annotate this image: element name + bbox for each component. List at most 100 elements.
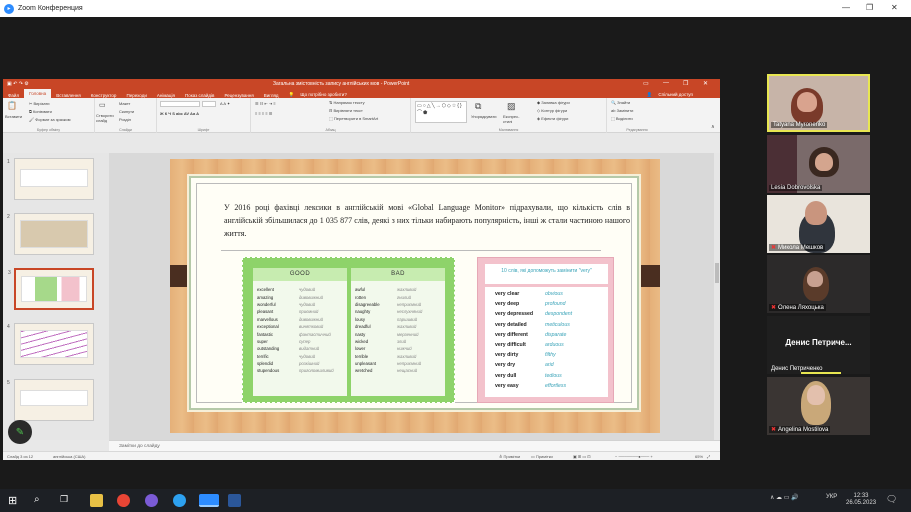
task-view-icon[interactable]: ❐ — [60, 494, 73, 507]
file-explorer-icon[interactable] — [90, 494, 103, 507]
video-face — [807, 271, 823, 287]
align-buttons[interactable]: ≡ ≡ ≡ ≡ ☰ — [255, 111, 272, 116]
new-slide-icon[interactable]: ▭ — [99, 101, 106, 109]
word: fantastic — [257, 331, 274, 337]
current-slide[interactable]: У 2016 році фахівці лексики в англійські… — [170, 159, 660, 433]
word-row: wonderful чудовий — [257, 301, 343, 308]
select-label: Виділити — [615, 116, 633, 121]
arrange-button[interactable]: Упорядкувати — [471, 114, 497, 119]
section-button[interactable]: Розділ — [119, 117, 131, 122]
font-grow-icon[interactable]: A A ✦ — [220, 101, 230, 106]
participant-name-text: Tatyana Myronenko — [773, 122, 826, 128]
participant-tile[interactable]: Tatyana Myronenko — [767, 74, 870, 132]
zoom-slider[interactable]: − ───────●─── + — [615, 454, 653, 459]
viber-icon[interactable] — [145, 494, 158, 507]
restore-icon[interactable]: ❐ — [866, 3, 873, 12]
speaking-indicator — [801, 372, 841, 374]
language-status[interactable]: англійська (США) — [53, 454, 85, 459]
ppt-restore-icon[interactable]: ❐ — [683, 80, 688, 87]
smartart-label: Перетворити в SmartArt — [333, 116, 379, 121]
word: lousy — [355, 316, 366, 322]
layout-button[interactable]: Макет — [119, 101, 130, 106]
word: pleasant — [257, 309, 274, 315]
notes-toggle[interactable]: ≙ Примітки — [499, 454, 520, 459]
scroll-thumb[interactable] — [715, 263, 719, 283]
font-format-buttons[interactable]: Ж К Ч S abc AV Aa A — [160, 111, 199, 116]
participant-tile[interactable]: ✖ Олена Ляхоцька — [767, 255, 870, 313]
text-direction-button[interactable]: ⇅ Напрямок тексту — [329, 100, 365, 105]
replace-button[interactable]: ab Замінити — [611, 108, 633, 113]
quick-styles-button[interactable]: Експрес-стилі — [503, 114, 523, 124]
participant-tile[interactable]: ✖ Angelina Mostilova — [767, 377, 870, 435]
ppt-minimize-icon[interactable]: — — [663, 80, 669, 86]
shape-outline-button[interactable]: ◇ Контур фігури — [537, 108, 567, 113]
notifications-icon[interactable]: 🗨 — [886, 494, 897, 505]
paste-button[interactable]: Вставити — [5, 114, 22, 119]
notes-pane[interactable]: Замітки до слайду — [109, 440, 720, 451]
slide-thumbnail-3[interactable]: 3 — [8, 268, 94, 310]
slide-thumbnail-2[interactable]: 2 — [7, 213, 94, 255]
word-icon[interactable] — [228, 494, 241, 507]
chrome-icon[interactable] — [117, 494, 130, 507]
quick-styles-icon[interactable]: ▨ — [507, 101, 516, 112]
search-icon[interactable]: ⌕ — [34, 494, 47, 507]
share-label: Спільний доступ — [658, 92, 693, 97]
slide-scrollbar[interactable] — [714, 153, 720, 440]
windows-start-icon[interactable]: ⊞ — [8, 494, 21, 507]
new-slide-button[interactable]: Створити слайд — [96, 113, 116, 123]
minimize-icon[interactable]: — — [842, 3, 850, 12]
shape-fill-button[interactable]: ◆ Заливка фігури — [537, 100, 570, 105]
select-button[interactable]: ⬚ Виділити — [611, 116, 633, 121]
word: outstanding — [257, 346, 280, 352]
smartart-button[interactable]: ⬚ Перетворити в SmartArt — [329, 116, 378, 121]
fit-slide-icon[interactable]: ⤢ — [707, 454, 710, 459]
shape-effects-button[interactable]: ◈ Ефекти фігури — [537, 116, 568, 121]
word-row: stupendous приголомшливий — [257, 367, 343, 374]
slide-thumbnail-4[interactable]: 4 — [7, 323, 94, 365]
collapse-ribbon-icon[interactable]: ∧ — [711, 124, 715, 130]
synonym: жахливий — [397, 324, 417, 330]
save-icon[interactable]: ▣ ↶ ↷ ⚙ — [7, 81, 29, 87]
clock[interactable]: 12:33 26.05.2023 — [846, 493, 876, 507]
annotate-pen-button[interactable]: ✎ — [8, 420, 32, 444]
ppt-close-icon[interactable]: ✕ — [703, 80, 708, 87]
copy-button[interactable]: ⧉ Копіювати — [29, 109, 52, 114]
zoom-taskbar-icon[interactable] — [199, 494, 219, 507]
word: nasty — [355, 331, 366, 337]
close-icon[interactable]: ✕ — [891, 3, 898, 12]
slide-paper: У 2016 році фахівці лексики в англійські… — [189, 176, 639, 410]
arrange-icon[interactable]: ⧉ — [475, 101, 481, 112]
slide-thumbnail-5[interactable]: 5 — [7, 379, 94, 421]
good-bad-table[interactable]: GOOD excellent чудовий amazing дивовижний wo… — [242, 257, 455, 403]
reset-button[interactable]: Скинути — [119, 109, 134, 114]
font-size-field[interactable] — [202, 101, 216, 107]
clipboard-group: 📋 Вставити ✂ Вирізати ⧉ Копіювати 🖌 Форм… — [3, 98, 95, 133]
participant-tile[interactable]: Денис Петриче... Денис Петриченко — [767, 316, 870, 374]
synonym: жахливий — [397, 287, 417, 293]
ribbon-display-icon[interactable]: ▭ — [643, 80, 649, 87]
status-bar: Слайд 3 из 12 англійська (США) ≙ Примітк… — [3, 451, 720, 460]
paste-icon[interactable]: 📋 — [7, 101, 17, 110]
cut-button[interactable]: ✂ Вирізати — [29, 101, 50, 106]
comments-toggle[interactable]: ▭ Примітки — [531, 454, 553, 459]
slide-paragraph[interactable]: У 2016 році фахівці лексики в англійські… — [224, 201, 630, 240]
slide-thumbnail-1[interactable]: 1 — [7, 158, 94, 200]
participant-tile[interactable]: Lesia Dobrovolska — [767, 135, 870, 193]
synonym: despondent — [545, 311, 573, 318]
very-table[interactable]: 10 слів, які допоможуть замінити "very" … — [477, 257, 614, 403]
participant-tile[interactable]: ✖ Микола Мешков — [767, 195, 870, 253]
menu-home[interactable]: Головна — [24, 89, 52, 98]
mic-muted-icon: ✖ — [771, 427, 777, 433]
font-name-field[interactable] — [160, 101, 200, 107]
format-painter-button[interactable]: 🖌 Формат за зразком — [29, 117, 71, 122]
ppt-menu-bar: Файл Головна Вставлення Конструктор Пере… — [3, 89, 720, 98]
input-language[interactable]: УКР — [826, 494, 837, 500]
tray-icons[interactable]: ∧ ☁ ▭ 🔊 — [770, 494, 799, 501]
find-button[interactable]: 🔍 Знайти — [611, 100, 630, 105]
edge-icon[interactable] — [173, 494, 186, 507]
view-buttons[interactable]: ▣ ⊞ ▭ ⊡ — [573, 454, 591, 459]
align-text-button[interactable]: ⊟ Вирівняти текст — [329, 108, 363, 113]
shapes-gallery[interactable]: ▭○△╲→⬡◇☆{}⌒⬟ — [415, 101, 467, 123]
list-buttons[interactable]: ☰ ☷ ⇤ ⇥ ≡ — [255, 101, 276, 106]
pen-icon: ✎ — [15, 426, 25, 438]
